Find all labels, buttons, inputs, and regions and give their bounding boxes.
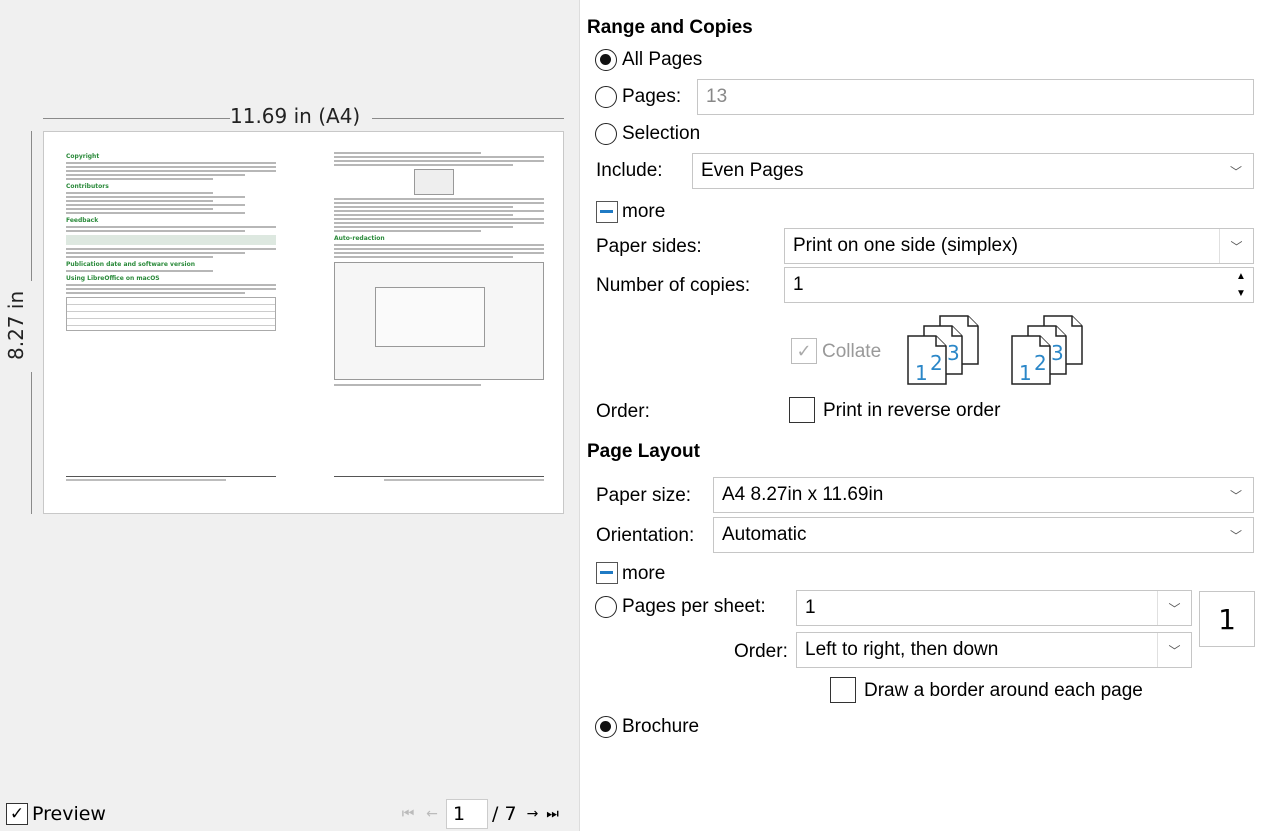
preview-checkbox-label: Preview <box>32 803 106 825</box>
height-dimension-line-top <box>31 131 32 281</box>
copies-spinbox[interactable]: 1 ▲ ▼ <box>784 267 1254 303</box>
orientation-label: Orientation: <box>596 525 695 546</box>
print-settings-pane: Range and Copies All Pages Pages: 13 Sel… <box>579 0 1263 831</box>
paper-sides-dropdown[interactable]: Print on one side (simplex) ﹀ <box>784 228 1254 264</box>
more-options-toggle[interactable]: more <box>622 201 665 223</box>
svg-text:1: 1 <box>1019 361 1032 385</box>
pages-per-sheet-preview: 1 <box>1199 591 1255 647</box>
width-dimension-line-right <box>372 118 564 119</box>
collate-label: Collate <box>822 341 882 362</box>
page-total-label: / 7 <box>492 803 517 825</box>
copies-label: Number of copies: <box>596 275 751 296</box>
layout-order-value: Left to right, then down <box>805 639 999 660</box>
chevron-down-icon: ﹀ <box>1229 488 1242 503</box>
decrement-icon[interactable]: ▼ <box>1229 285 1253 302</box>
include-value: Even Pages <box>701 160 804 181</box>
svg-text:1: 1 <box>915 361 928 385</box>
paper-size-value: A4 8.27in x 11.69in <box>722 484 884 505</box>
preview-heading: Contributors <box>66 183 109 190</box>
preview-note-box <box>66 235 276 245</box>
paper-width-label: 11.69 in (A4) <box>230 104 361 128</box>
width-dimension-line-left <box>43 118 230 119</box>
page-layout-heading: Page Layout <box>587 441 700 462</box>
reverse-order-checkbox[interactable] <box>789 397 815 423</box>
paper-height-label: 8.27 in <box>4 290 28 360</box>
selection-radio[interactable] <box>595 123 617 145</box>
first-page-icon[interactable]: ⏮ <box>398 806 418 822</box>
pages-per-sheet-label: Pages per sheet: <box>622 596 766 617</box>
paper-size-dropdown[interactable]: A4 8.27in x 11.69in ﹀ <box>713 477 1254 513</box>
orientation-value: Automatic <box>722 524 807 545</box>
chevron-down-icon: ﹀ <box>1229 164 1242 179</box>
preview-heading: Auto-redaction <box>334 235 385 242</box>
pages-per-sheet-value: 1 <box>805 597 816 618</box>
all-pages-radio[interactable] <box>595 49 617 71</box>
range-and-copies-heading: Range and Copies <box>587 17 753 38</box>
pages-radio[interactable] <box>595 86 617 108</box>
collapse-more-icon[interactable] <box>596 562 618 584</box>
brochure-label: Brochure <box>622 716 700 737</box>
height-dimension-line-bottom <box>31 372 32 514</box>
last-page-icon[interactable]: ⏭ <box>543 806 563 822</box>
paper-size-label: Paper size: <box>596 485 692 506</box>
page-preview: Copyright Contributors Feedback Publicat… <box>43 131 564 514</box>
chevron-down-icon: ﹀ <box>1229 528 1242 543</box>
chevron-down-icon: ﹀ <box>1219 229 1253 263</box>
svg-text:2: 2 <box>1034 351 1047 375</box>
page-navigator: ⏮ ← 1 / 7 → ⏭ <box>398 799 563 829</box>
pages-input[interactable]: 13 <box>697 79 1254 115</box>
layout-order-dropdown[interactable]: Left to right, then down ﹀ <box>796 632 1192 668</box>
preview-heading: Using LibreOffice on macOS <box>66 275 160 282</box>
preview-heading: Publication date and software version <box>66 261 196 268</box>
reverse-order-label: Print in reverse order <box>823 400 1001 421</box>
preview-toolbar-figure <box>414 169 454 195</box>
svg-text:3: 3 <box>947 341 960 365</box>
preview-checkbox-row[interactable]: ✓ Preview <box>6 800 106 828</box>
orientation-dropdown[interactable]: Automatic ﹀ <box>713 517 1254 553</box>
preview-heading: Feedback <box>66 217 99 224</box>
brochure-radio[interactable] <box>595 716 617 738</box>
preview-table <box>66 297 276 331</box>
paper-sides-label: Paper sides: <box>596 236 702 257</box>
preview-heading: Copyright <box>66 153 100 160</box>
preview-left-page: Copyright Contributors Feedback Publicat… <box>66 150 276 481</box>
page-number-input[interactable]: 1 <box>446 799 488 829</box>
preview-pane: 11.69 in (A4) 8.27 in Copyright Contribu… <box>0 0 576 831</box>
all-pages-label: All Pages <box>622 49 703 70</box>
preview-checkbox[interactable]: ✓ <box>6 803 28 825</box>
layout-order-label: Order: <box>734 641 788 662</box>
svg-text:2: 2 <box>930 351 943 375</box>
draw-border-checkbox[interactable] <box>830 677 856 703</box>
next-page-icon[interactable]: → <box>523 806 543 822</box>
draw-border-label: Draw a border around each page <box>864 680 1143 701</box>
include-label: Include: <box>596 160 663 181</box>
pages-label: Pages: <box>622 86 682 107</box>
more-layout-toggle[interactable]: more <box>622 563 665 585</box>
collapse-more-icon[interactable] <box>596 201 618 223</box>
collate-checkbox[interactable]: ✓ <box>791 338 817 364</box>
previous-page-icon[interactable]: ← <box>422 806 442 822</box>
copies-value: 1 <box>793 274 804 295</box>
preview-right-page: Auto-redaction <box>334 150 544 481</box>
pages-per-sheet-radio[interactable] <box>595 596 617 618</box>
chevron-down-icon: ﹀ <box>1157 633 1191 667</box>
paper-sides-value: Print on one side (simplex) <box>793 235 1018 256</box>
increment-icon[interactable]: ▲ <box>1229 268 1253 285</box>
order-label: Order: <box>596 401 650 422</box>
svg-text:3: 3 <box>1051 341 1064 365</box>
include-dropdown[interactable]: Even Pages ﹀ <box>692 153 1254 189</box>
preview-dialog-figure <box>334 262 544 380</box>
chevron-down-icon: ﹀ <box>1157 591 1191 625</box>
collated-pages-icon: 1 2 3 <box>907 315 979 385</box>
uncollated-pages-icon: 1 2 3 <box>1011 315 1083 385</box>
pages-per-sheet-dropdown[interactable]: 1 ﹀ <box>796 590 1192 626</box>
selection-label: Selection <box>622 123 701 144</box>
